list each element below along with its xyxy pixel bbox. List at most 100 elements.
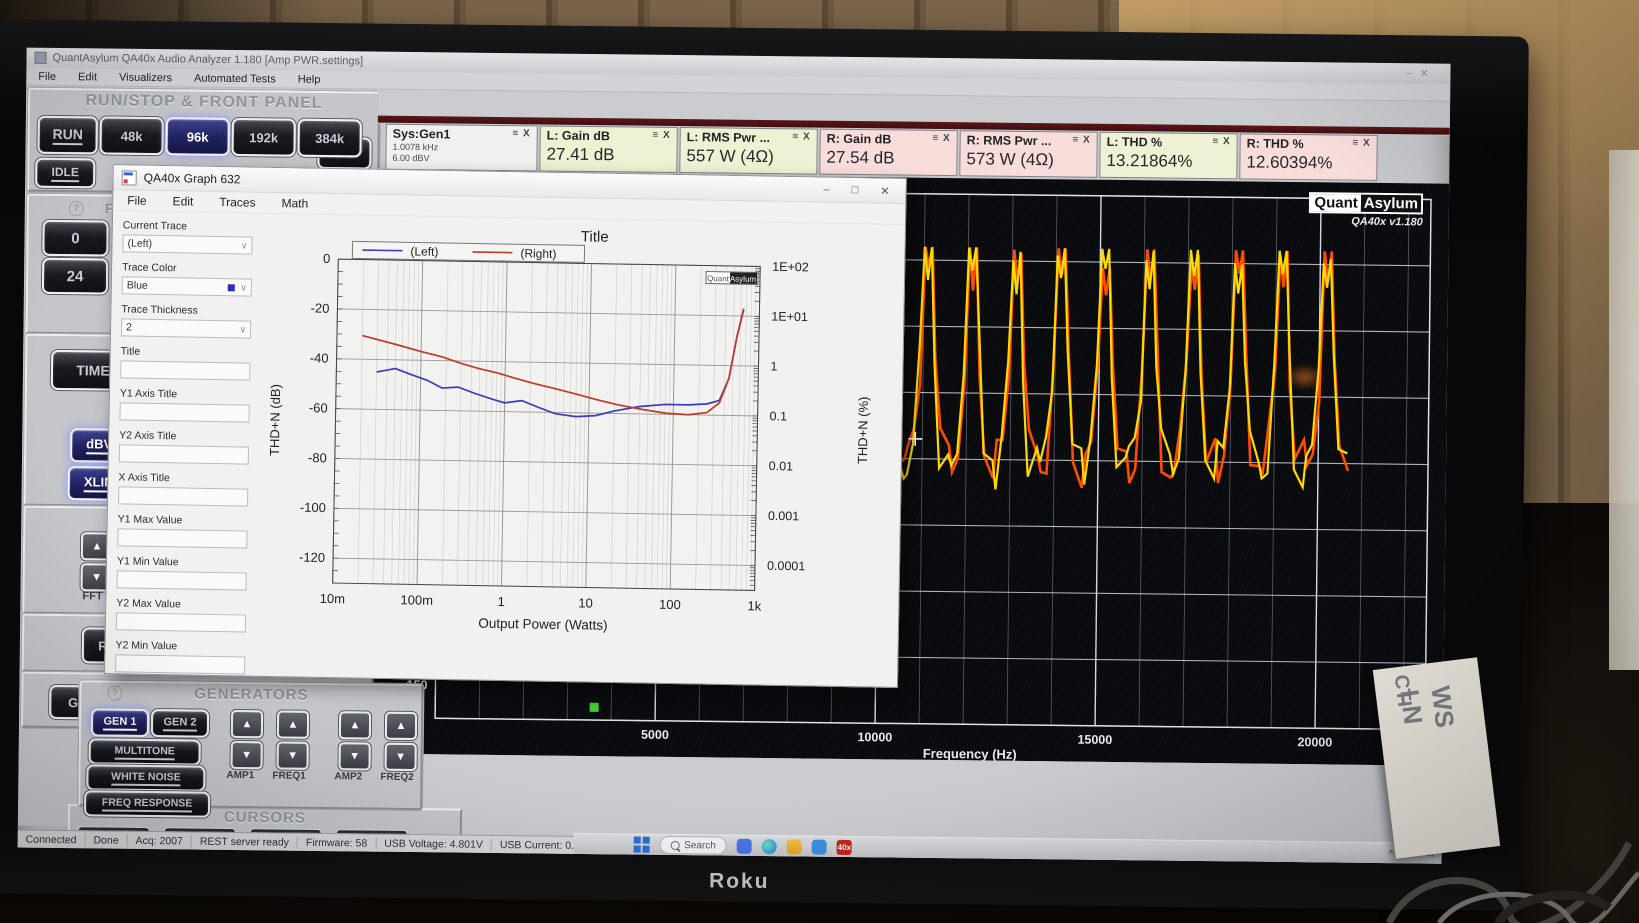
menu-item-help[interactable]: Help [298,73,321,85]
graph-menu-traces[interactable]: Traces [219,195,255,210]
graph-menu-edit[interactable]: Edit [173,194,194,208]
field-input[interactable] [115,654,246,675]
field-label: Y1 Max Value [117,513,183,527]
status-done: Done [85,834,128,847]
freq1-down-icon[interactable]: ▼ [276,741,309,770]
generator-button-multitone[interactable]: MULTITONE [88,738,201,766]
svg-text:-100: -100 [300,500,326,515]
amp1-spinner[interactable]: ▲ ▼ [230,709,264,770]
amp2-down-icon[interactable]: ▼ [338,742,371,771]
freq2-down-icon[interactable]: ▼ [384,742,417,772]
qa40x-app-icon[interactable]: 40x [836,839,852,855]
meter-menu-close-icons[interactable]: ≡ X [512,128,530,142]
svg-text:0.001: 0.001 [768,509,800,524]
status-connected: Connected [17,833,86,847]
meter-label: L: THD % [1106,134,1163,150]
field-input[interactable] [119,402,250,423]
browser-icon[interactable] [761,838,777,854]
svg-text:1k: 1k [747,598,761,613]
monitor-brand-label: Roku [708,869,770,894]
input-range-button-24[interactable]: 24 [41,257,109,295]
field-dropdown[interactable]: 2 ∨ [120,318,252,339]
file-explorer-icon[interactable] [786,838,802,854]
close-icon[interactable]: ✕ [880,184,889,197]
generator-button-freq-response[interactable]: FREQ RESPONSE [83,790,211,818]
field-input[interactable] [120,360,251,381]
svg-text:(Left): (Left) [410,244,438,258]
svg-text:10m: 10m [320,591,346,606]
idle-button[interactable]: IDLE [35,157,96,189]
rate-button-384k[interactable]: 384k [297,118,362,158]
field-input[interactable] [116,570,247,591]
menu-item-visualizers[interactable]: Visualizers [119,71,172,84]
amp2-up-icon[interactable]: ▲ [338,711,372,740]
graph-window-title: QA40x Graph 632 [143,170,241,187]
freq1-up-icon[interactable]: ▲ [276,710,310,739]
field-dropdown[interactable]: Blue ∨ [121,276,252,297]
window-form-icon [121,169,137,186]
field-label: Y2 Min Value [115,639,178,653]
meter-label: R: Gain dB [826,131,892,147]
svg-text:Quant: Quant [707,274,730,283]
app-window-controls[interactable]: –✕ [1406,68,1436,79]
meter-r-gain-db: R: Gain dB ≡ X 27.54 dB [819,128,958,177]
generator-button-gen-2[interactable]: GEN 2 [150,709,210,738]
meter-menu-close-icons[interactable]: ≡ X [932,133,950,147]
meter-label: Sys:Gen1 [392,126,451,142]
meter-l-gain-db: L: Gain dB ≡ X 27.41 dB [539,125,678,173]
meter-sys-gen1: Sys:Gen1 ≡ X 1.0078 kHz 6.00 dBV [385,123,538,172]
meter-menu-close-icons[interactable]: ≡ X [1352,138,1370,152]
svg-text:100: 100 [659,597,681,612]
generator-button-white-noise[interactable]: WHITE NOISE [86,764,206,792]
start-button[interactable] [633,836,650,853]
svg-text:100m: 100m [400,592,433,608]
graph-menu-math[interactable]: Math [281,196,308,210]
menu-item-edit[interactable]: Edit [78,71,97,83]
freq1-spinner[interactable]: ▲ ▼ [276,710,310,770]
graph-menu-file[interactable]: File [127,193,147,207]
svg-text:(Right): (Right) [520,246,556,261]
field-dropdown[interactable]: (Left) ∨ [122,234,253,255]
meter-menu-close-icons[interactable]: ≡ X [1212,136,1230,150]
rate-button-192k[interactable]: 192k [231,117,296,157]
meter-l-rms-pwr-: L: RMS Pwr ... ≡ X 557 W (4Ω) [679,127,818,175]
meter-label: R: THD % [1246,136,1304,152]
generator-button-gen-1[interactable]: GEN 1 [90,708,150,738]
meter-menu-close-icons[interactable]: ≡ X [792,131,810,145]
monitor: QuantAsylum QA40x Audio Analyzer 1.180 [… [0,18,1529,911]
rate-button-96k[interactable]: 96k [165,117,230,156]
maximize-icon[interactable]: □ [852,184,859,197]
amp1-up-icon[interactable]: ▲ [230,709,264,739]
field-input[interactable] [117,486,249,507]
meter-menu-close-icons[interactable]: ≡ X [1072,134,1090,148]
field-input[interactable] [118,444,250,465]
menu-item-automated-tests[interactable]: Automated Tests [194,72,276,85]
svg-text:1E+01: 1E+01 [771,310,808,325]
freq2-spinner[interactable]: ▲ ▼ [384,711,418,772]
help-icon[interactable]: ? [68,201,84,217]
meter-label: L: Gain dB [546,128,610,144]
meter-menu-close-icons[interactable]: ≡ X [652,130,670,144]
meter-sub-frequency: 1.0078 kHz [392,141,439,153]
field-input[interactable] [117,528,248,549]
logo-asylum: Asylum [1360,194,1422,213]
input-range-button-0[interactable]: 0 [42,219,109,257]
help-icon[interactable]: ? [107,685,123,701]
field-input[interactable] [115,612,247,633]
menu-item-file[interactable]: File [38,70,56,82]
chat-icon[interactable] [736,838,752,854]
fft-label: FFT [82,590,103,603]
run-button[interactable]: RUN [37,115,98,155]
amp2-spinner[interactable]: ▲ ▼ [338,711,372,771]
meter-l-thd-: L: THD % ≡ X 13.21864% [1099,131,1238,180]
rate-button-48k[interactable]: 48k [99,116,164,156]
mail-icon[interactable] [811,839,827,855]
meter-value: 12.60394% [1246,152,1333,173]
minimize-icon[interactable]: – [823,183,829,196]
search-input[interactable]: Search [659,835,727,855]
amp1-down-icon[interactable]: ▼ [230,740,263,770]
freq2-up-icon[interactable]: ▲ [384,711,418,741]
svg-text:20000: 20000 [1297,735,1332,749]
svg-text:-40: -40 [310,350,329,365]
photo-scene: QuantAsylum QA40x Audio Analyzer 1.180 [… [0,0,1639,923]
